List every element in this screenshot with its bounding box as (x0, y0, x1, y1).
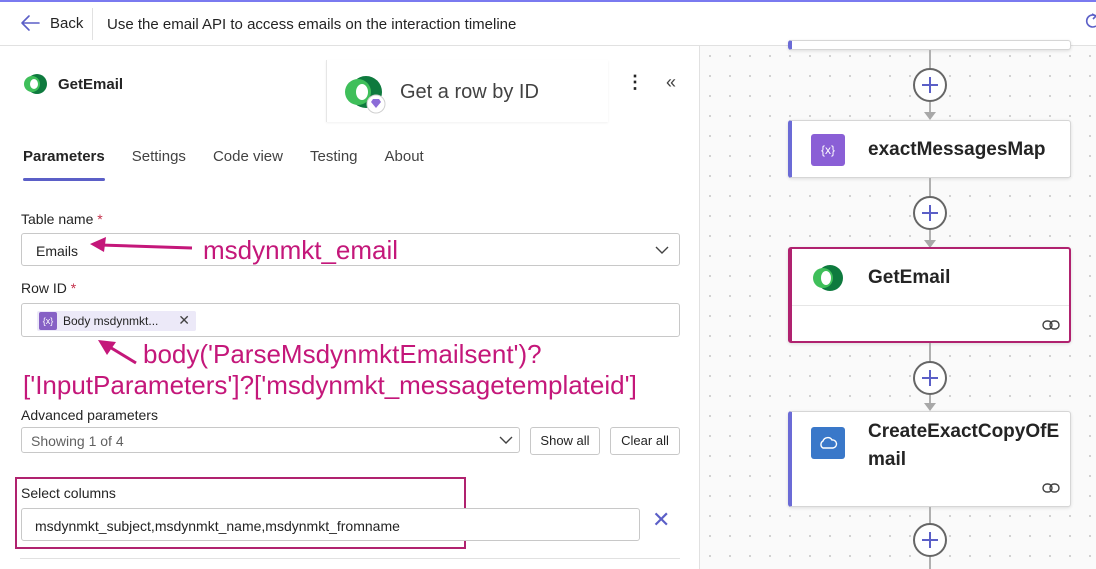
connector-header: Get a row by ID (326, 60, 608, 122)
divider (92, 8, 93, 40)
node-title-line2: mail (868, 449, 907, 470)
node-title: exactMessagesMap (868, 139, 1046, 160)
connector-line (929, 343, 931, 363)
page-title: Use the email API to access emails on th… (107, 16, 517, 33)
annotation-row-id-line2: ['InputParameters']?['msdynmkt_messagete… (23, 370, 637, 400)
tab-about[interactable]: About (385, 148, 424, 165)
table-name-label: Table name * (21, 211, 103, 227)
variable-icon: {x} (39, 312, 57, 330)
tab-list: Parameters Settings Code view Testing Ab… (23, 148, 451, 181)
add-step-button[interactable] (913, 68, 947, 102)
advanced-parameters-label: Advanced parameters (21, 407, 158, 423)
remove-token-button[interactable]: ✕ (178, 312, 190, 329)
row-id-label: Row ID * (21, 280, 77, 296)
cloud-icon (820, 436, 838, 449)
chevron-down-icon (499, 436, 513, 444)
chevron-down-icon (655, 246, 669, 254)
flow-canvas[interactable]: {x} exactMessagesMap GetEmail CreateExac… (700, 40, 1096, 569)
clear-all-button[interactable]: Clear all (610, 427, 680, 455)
connector-line (929, 557, 931, 569)
link-icon[interactable] (1042, 319, 1060, 331)
dataverse-logo-icon (345, 76, 386, 114)
advanced-parameters-dropdown[interactable]: Showing 1 of 4 (21, 427, 520, 453)
variable-icon: {x} (811, 134, 845, 166)
tab-code-view[interactable]: Code view (213, 148, 283, 165)
select-columns-label: Select columns (21, 485, 116, 501)
tab-settings[interactable]: Settings (132, 148, 186, 165)
connector-name: Get a row by ID (400, 81, 539, 103)
clear-select-columns-button[interactable]: ✕ (652, 507, 670, 533)
back-arrow-icon (21, 15, 40, 31)
arrow-icon (924, 112, 936, 120)
node-exact-messages-map[interactable]: {x} exactMessagesMap (788, 120, 1071, 178)
advanced-parameters-value: Showing 1 of 4 (31, 433, 124, 449)
add-step-button[interactable] (913, 523, 947, 557)
required-mark: * (70, 280, 77, 296)
back-label: Back (50, 14, 84, 32)
annotation-arrow-icon (98, 340, 137, 365)
arrow-icon (924, 403, 936, 411)
tab-parameters[interactable]: Parameters (23, 148, 105, 181)
annotation-row-id-line1: body('ParseMsdynmktEmailsent')? (143, 339, 542, 369)
back-button[interactable]: Back (20, 14, 83, 32)
node-get-email[interactable]: GetEmail (788, 247, 1071, 343)
node-create-exact-copy-of-email[interactable]: CreateExactCopyOfE mail (788, 411, 1071, 507)
action-details-panel: GetEmail Get a row by ID ⋮ « Parameters … (0, 46, 700, 569)
more-options-button[interactable]: ⋮ (626, 73, 644, 91)
annotation-table-name: msdynmkt_email (203, 235, 399, 265)
tab-testing[interactable]: Testing (310, 148, 358, 165)
node-title-line1: CreateExactCopyOfE (868, 421, 1060, 442)
collapse-panel-button[interactable]: « (666, 72, 676, 93)
divider (792, 305, 1069, 306)
add-step-button[interactable] (913, 196, 947, 230)
dataverse-logo-icon (813, 265, 843, 291)
connector-line (929, 178, 931, 198)
table-name-value: Emails (36, 243, 79, 259)
previous-node[interactable] (788, 40, 1071, 50)
link-icon[interactable] (1042, 482, 1060, 494)
dataverse-logo-icon (24, 74, 47, 94)
divider (20, 558, 680, 559)
node-title: CreateExactCopyOfE mail (868, 418, 1059, 474)
add-step-button[interactable] (913, 361, 947, 395)
action-name: GetEmail (58, 76, 124, 93)
token-label: Body msdynmkt... (63, 314, 159, 328)
select-columns-input[interactable]: msdynmkt_subject,msdynmkt_name,msdynmkt_… (21, 508, 640, 541)
row-id-input[interactable]: {x} Body msdynmkt... ✕ (21, 303, 680, 337)
cloud-icon (811, 427, 845, 459)
required-mark: * (97, 211, 103, 227)
refresh-icon[interactable] (1082, 13, 1096, 31)
show-all-button[interactable]: Show all (530, 427, 600, 455)
node-title: GetEmail (868, 267, 951, 288)
dynamic-content-token[interactable]: {x} Body msdynmkt... ✕ (37, 311, 196, 331)
select-columns-value: msdynmkt_subject,msdynmkt_name,msdynmkt_… (35, 518, 400, 534)
annotation-arrow-icon (90, 237, 193, 252)
connector-line (929, 50, 931, 70)
